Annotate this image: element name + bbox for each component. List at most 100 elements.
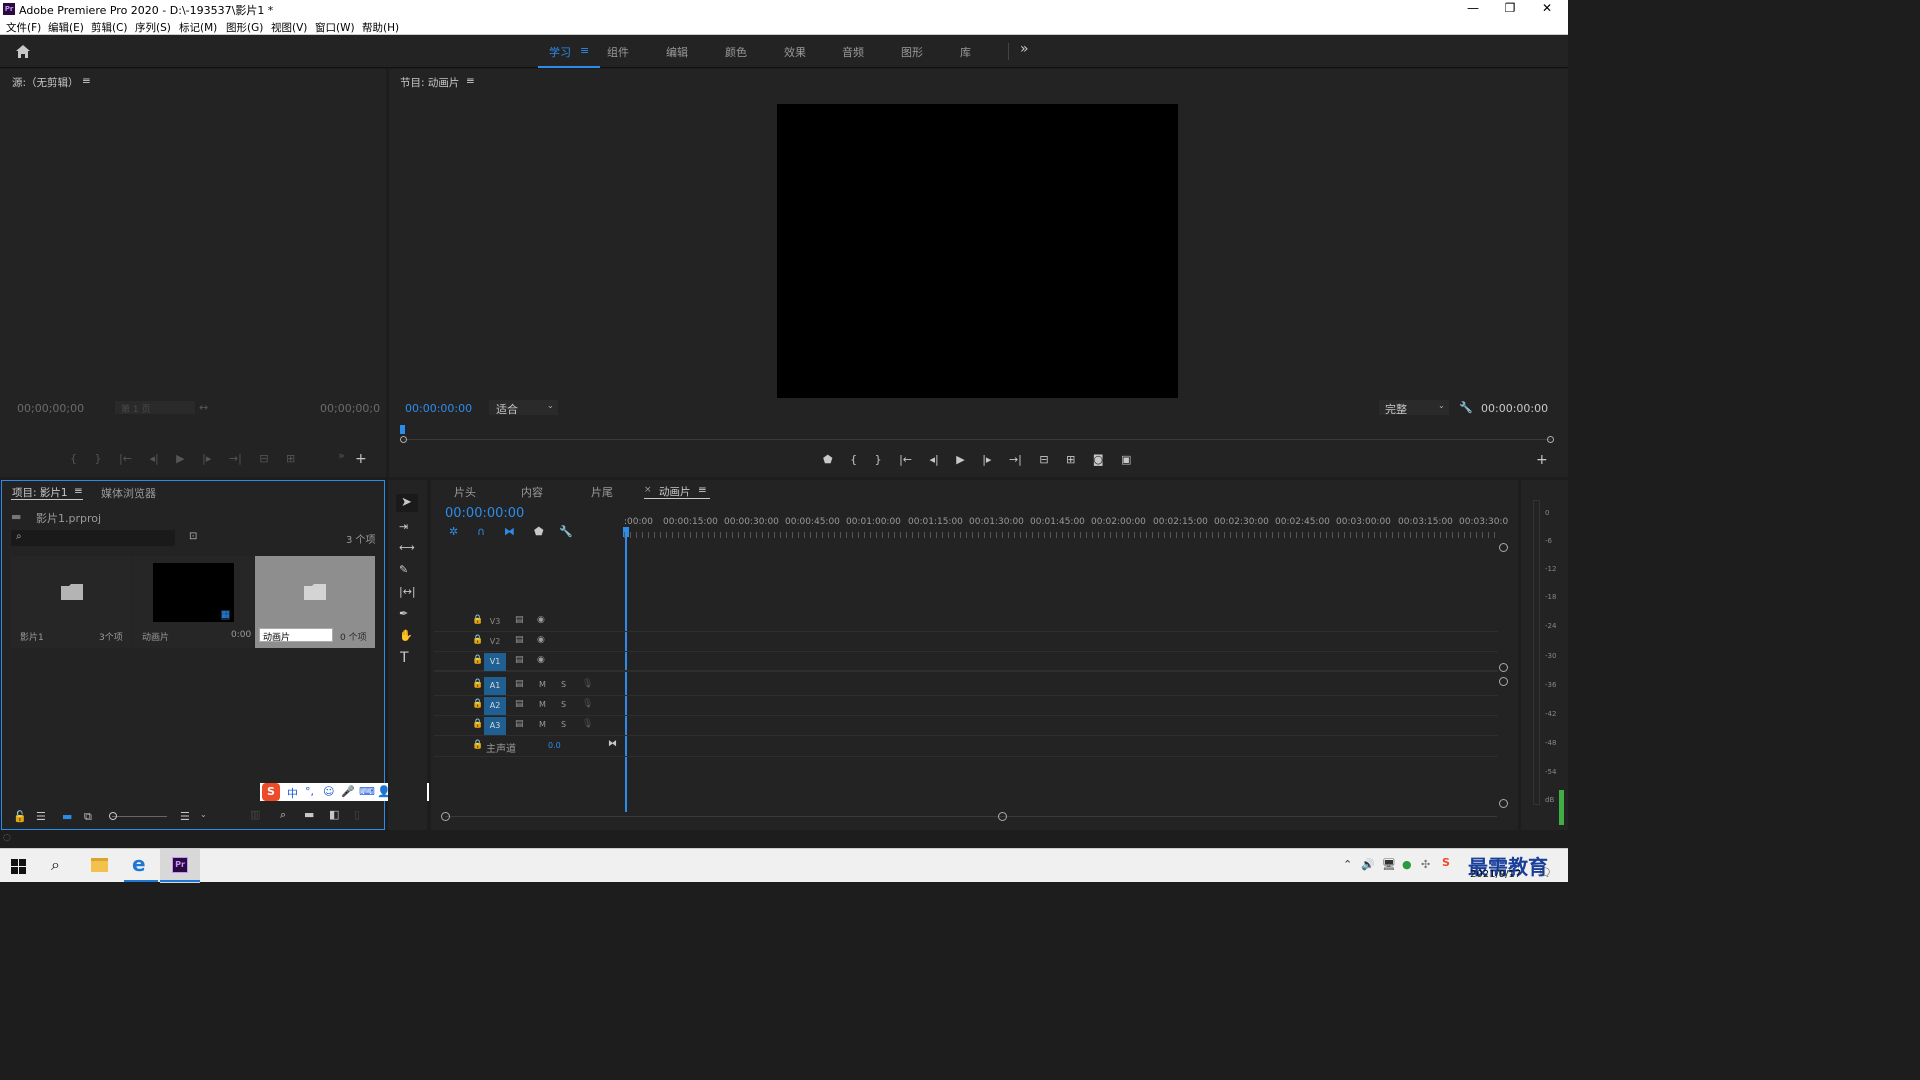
scrub-start-handle[interactable]: [400, 436, 407, 443]
video-scroll-bottom-handle[interactable]: [1499, 663, 1508, 672]
tab-timeline-intro[interactable]: 片头: [454, 484, 476, 500]
menu-view[interactable]: 视图(V): [271, 20, 307, 35]
slip-icon[interactable]: |↔|: [399, 585, 416, 598]
chevron-down-icon[interactable]: ⌄: [200, 810, 207, 819]
timeline-settings-wrench-icon[interactable]: 🔧: [559, 525, 573, 538]
track-label-v2[interactable]: V2: [484, 633, 506, 651]
go-to-out-icon[interactable]: →|: [1009, 453, 1022, 466]
snap-magnet-icon[interactable]: ∩: [477, 525, 485, 538]
compare-view-icon[interactable]: ▣: [1121, 453, 1131, 466]
program-playhead[interactable]: [400, 425, 405, 434]
step-back-icon[interactable]: ◂|: [149, 452, 158, 465]
step-forward-icon[interactable]: |▸: [982, 453, 991, 466]
go-to-in-icon[interactable]: |←: [119, 452, 132, 465]
track-lock-icon[interactable]: 🔒: [472, 615, 483, 625]
timeline-timecode[interactable]: 00:00:00:00: [445, 506, 524, 521]
solo-button[interactable]: S: [561, 720, 566, 729]
tray-expand-icon[interactable]: ⌃: [1343, 858, 1352, 871]
file-explorer-icon[interactable]: [91, 858, 108, 872]
project-item-sequence[interactable]: ▦ 动画片 0:00: [133, 556, 254, 648]
sort-icon[interactable]: ☰: [180, 810, 190, 823]
track-select-icon[interactable]: ⇥: [399, 520, 408, 533]
go-to-out-icon[interactable]: →|: [229, 452, 242, 465]
new-item-icon[interactable]: ◧: [329, 808, 339, 821]
find-icon[interactable]: ⌕: [280, 808, 286, 822]
go-to-end-icon[interactable]: ⧓: [608, 739, 617, 749]
go-to-in-icon[interactable]: |←: [899, 453, 912, 466]
ime-keyboard-icon[interactable]: ⌨: [359, 785, 375, 798]
icon-view-icon[interactable]: ▬: [62, 810, 72, 823]
menu-help[interactable]: 帮助(H): [362, 20, 399, 35]
pen-icon[interactable]: ✒: [399, 607, 408, 620]
edge-browser-icon[interactable]: e: [132, 852, 146, 876]
mark-out-icon[interactable]: }: [95, 452, 102, 465]
workspace-editing[interactable]: 编辑: [666, 44, 688, 60]
ime-emoji-icon[interactable]: ☺: [323, 785, 334, 798]
track-lock-icon[interactable]: 🔒: [472, 719, 483, 729]
workspace-assembly[interactable]: 组件: [607, 44, 629, 60]
sync-lock-icon[interactable]: ▤: [515, 719, 524, 729]
track-lock-icon[interactable]: 🔒: [472, 740, 483, 750]
program-settings-wrench-icon[interactable]: 🔧: [1459, 401, 1473, 414]
step-forward-icon[interactable]: |▸: [202, 452, 211, 465]
track-label-v3[interactable]: V3: [484, 613, 506, 631]
menu-sequence[interactable]: 序列(S): [135, 20, 171, 35]
export-frame-icon[interactable]: ◙: [1093, 453, 1104, 466]
automate-icon[interactable]: ▥: [250, 808, 260, 821]
program-panel-menu-icon[interactable]: ≡: [466, 75, 475, 87]
minimize-button[interactable]: —: [1454, 0, 1492, 18]
mark-in-icon[interactable]: {: [70, 452, 77, 465]
freeform-view-icon[interactable]: ⧉: [84, 810, 92, 824]
solo-button[interactable]: S: [561, 700, 566, 709]
audio-scroll-top-handle[interactable]: [1499, 677, 1508, 686]
home-icon[interactable]: [15, 44, 31, 59]
mute-button[interactable]: M: [539, 700, 546, 709]
tab-media-browser[interactable]: 媒体浏览器: [101, 485, 156, 501]
ime-chinese-mode[interactable]: 中: [287, 785, 298, 801]
nest-sequence-icon[interactable]: ✲: [449, 525, 458, 538]
menu-edit[interactable]: 编辑(E): [48, 20, 84, 35]
workspace-graphics[interactable]: 图形: [901, 44, 923, 60]
project-item-bin-selected[interactable]: 动画片 0 个项: [255, 556, 375, 648]
scrub-end-handle[interactable]: [1547, 436, 1554, 443]
tab-project[interactable]: 项目: 影片1: [12, 485, 68, 500]
type-tool-icon[interactable]: T: [400, 650, 409, 666]
workspace-learn[interactable]: 学习: [549, 44, 571, 60]
master-volume-value[interactable]: 0.0: [548, 741, 561, 750]
project-search-input[interactable]: ⌕: [11, 530, 175, 546]
tab-timeline-content[interactable]: 内容: [521, 484, 543, 500]
notification-icon[interactable]: 🗨: [1538, 866, 1552, 879]
source-more-icon[interactable]: ↔: [199, 401, 208, 414]
windows-start-icon[interactable]: [11, 859, 26, 874]
mute-button[interactable]: M: [539, 720, 546, 729]
rename-input[interactable]: 动画片: [259, 628, 333, 643]
new-bin-icon[interactable]: ▬: [304, 808, 314, 821]
track-label-a3[interactable]: A3: [484, 717, 506, 735]
source-overflow-icon[interactable]: »: [338, 449, 345, 462]
timeline-zoom-left-handle[interactable]: [441, 812, 450, 821]
track-lock-icon[interactable]: 🔒: [472, 635, 483, 645]
workspace-color[interactable]: 颜色: [725, 44, 747, 60]
project-panel-menu-icon[interactable]: ≡: [74, 485, 83, 497]
tab-timeline-active[interactable]: 动画片: [659, 484, 691, 499]
workspace-libraries[interactable]: 库: [960, 44, 971, 60]
search-icon[interactable]: ⌕: [51, 855, 60, 875]
step-back-icon[interactable]: ◂|: [930, 453, 939, 466]
add-marker-icon[interactable]: ⬟: [534, 525, 544, 538]
lift-icon[interactable]: ⊟: [1039, 453, 1048, 466]
toggle-output-eye-icon[interactable]: ◉: [537, 615, 545, 625]
lock-icon[interactable]: 🔓: [13, 810, 27, 823]
track-lock-icon[interactable]: 🔒: [472, 699, 483, 709]
mute-button[interactable]: M: [539, 680, 546, 689]
workspace-audio[interactable]: 音频: [842, 44, 864, 60]
solo-button[interactable]: S: [561, 680, 566, 689]
close-button[interactable]: ✕: [1528, 0, 1566, 18]
video-scroll-top-handle[interactable]: [1499, 543, 1508, 552]
track-lock-icon[interactable]: 🔒: [472, 679, 483, 689]
sogou-logo-icon[interactable]: S: [262, 783, 280, 801]
toggle-output-eye-icon[interactable]: ◉: [537, 635, 545, 645]
security-tray-icon[interactable]: ●: [1402, 858, 1412, 871]
source-panel-menu-icon[interactable]: ≡: [82, 75, 91, 87]
list-view-icon[interactable]: ☰: [36, 810, 46, 823]
track-label-v1[interactable]: V1: [484, 653, 506, 671]
